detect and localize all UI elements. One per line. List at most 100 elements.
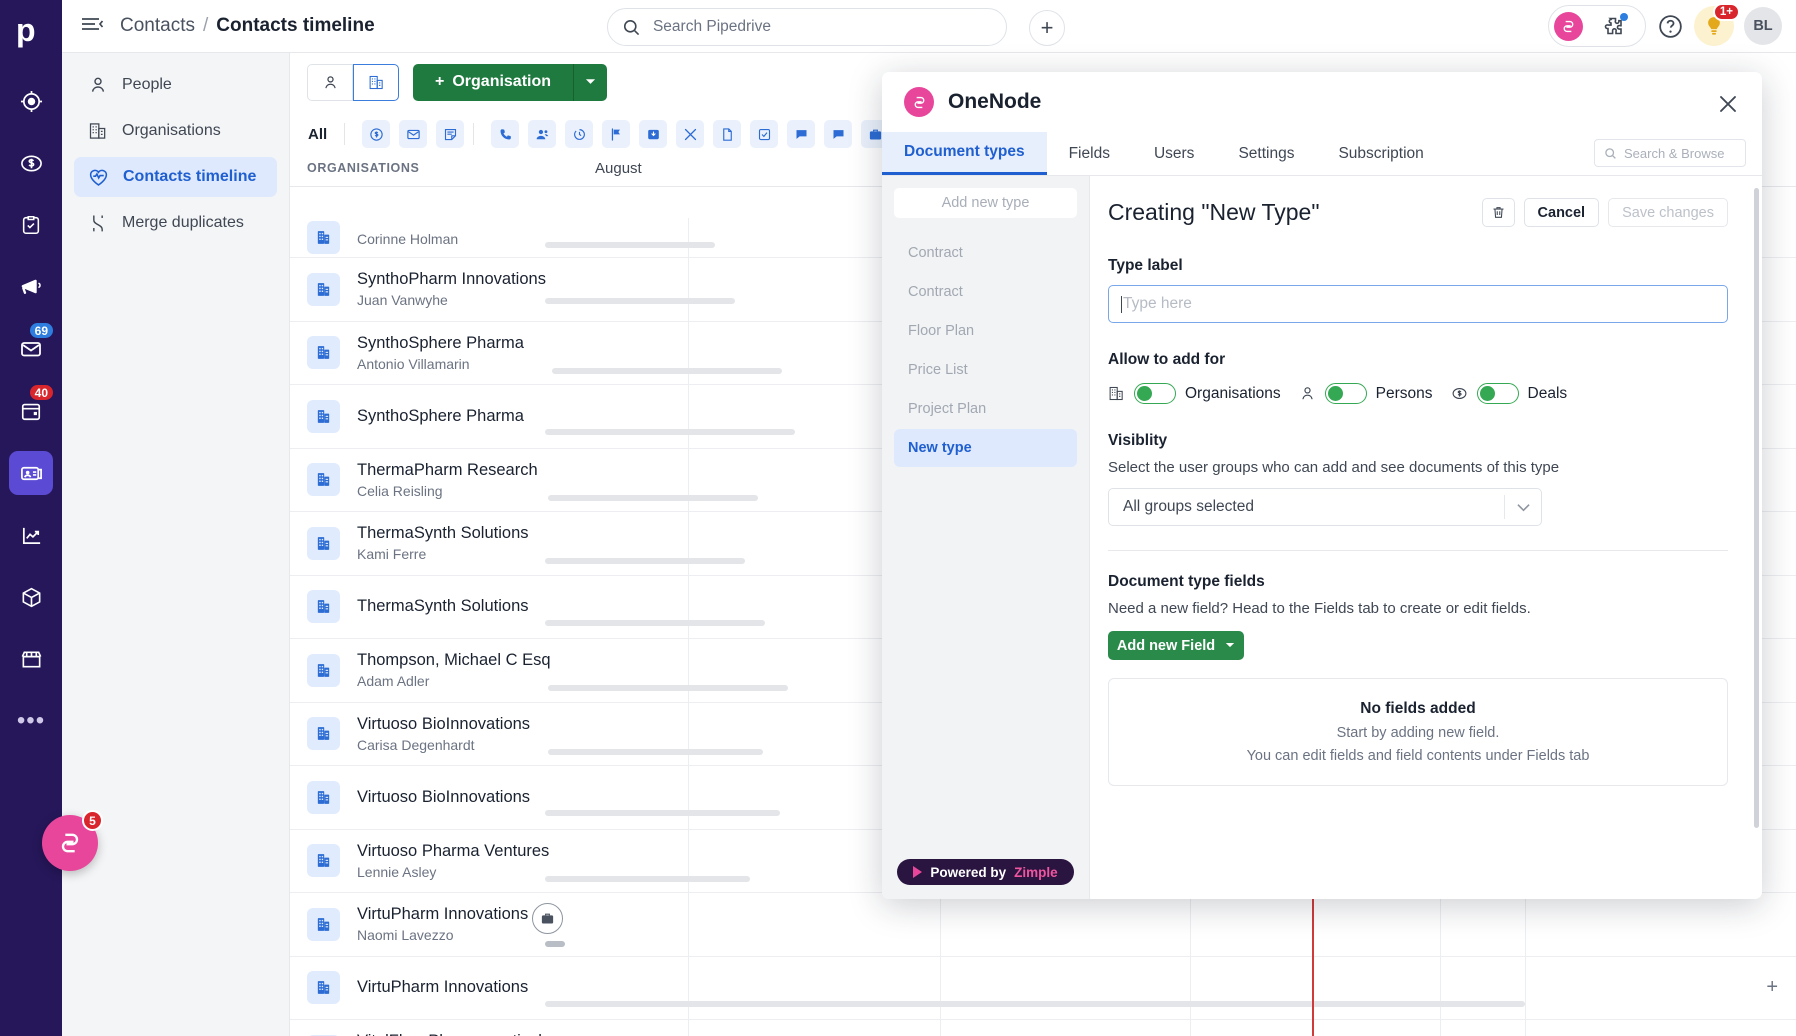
rail-item-calendar[interactable]: 40 xyxy=(9,383,55,433)
rail-item-insights[interactable] xyxy=(9,513,53,557)
add-new-type-button[interactable]: Add new type xyxy=(894,188,1077,218)
add-new-field-button[interactable]: Add new Field xyxy=(1108,631,1244,660)
filter-lunch-icon[interactable] xyxy=(676,120,705,148)
timeline-bar[interactable] xyxy=(552,367,782,374)
breadcrumb-parent[interactable]: Contacts xyxy=(120,15,195,37)
type-item-contract-2[interactable]: Contract xyxy=(894,273,1077,311)
filter-meeting-icon[interactable] xyxy=(528,120,557,148)
collapse-sidebar-icon[interactable] xyxy=(80,14,104,39)
timeline-bar[interactable] xyxy=(545,429,795,435)
visibility-select[interactable]: All groups selected xyxy=(1108,488,1542,526)
tab-settings[interactable]: Settings xyxy=(1216,132,1316,175)
delete-type-button[interactable] xyxy=(1481,198,1515,227)
filter-email-icon[interactable] xyxy=(399,120,428,148)
timeline-bar[interactable] xyxy=(545,558,745,564)
modal-scrollbar[interactable] xyxy=(1754,188,1759,828)
tab-subscription[interactable]: Subscription xyxy=(1316,132,1445,175)
whats-new-button[interactable]: 1+ xyxy=(1694,3,1740,46)
rail-item-campaigns[interactable] xyxy=(9,265,53,309)
rail-item-leads[interactable] xyxy=(9,79,53,123)
row-organisation-name[interactable]: VirtuPharm Innovations xyxy=(357,978,528,997)
table-row[interactable]: VirtuPharm Innovations + xyxy=(290,957,1796,1020)
view-toggle-organisation[interactable] xyxy=(353,63,399,101)
table-row[interactable]: VirtuPharm Innovations Naomi Lavezzo xyxy=(290,893,1796,957)
global-search[interactable] xyxy=(607,8,1007,46)
filter-call-icon[interactable] xyxy=(491,120,520,148)
row-organisation-name[interactable]: Virtuoso Pharma Ventures xyxy=(357,842,549,861)
tab-users[interactable]: Users xyxy=(1132,132,1216,175)
filter-deadline-icon[interactable] xyxy=(565,120,594,148)
search-browse-input[interactable]: Search & Browse xyxy=(1594,139,1746,167)
type-item-project-plan[interactable]: Project Plan xyxy=(894,390,1077,428)
timeline-bar[interactable] xyxy=(545,619,765,626)
cancel-button[interactable]: Cancel xyxy=(1523,198,1600,227)
add-organisation-button[interactable]: + Organisation xyxy=(413,63,574,101)
apps-puzzle-icon[interactable] xyxy=(1593,6,1633,46)
toggle-organisations[interactable] xyxy=(1134,383,1176,404)
timeline-bar[interactable] xyxy=(548,685,788,691)
timeline-bar[interactable] xyxy=(545,810,780,816)
timeline-bar[interactable] xyxy=(545,941,565,947)
filter-note-icon[interactable] xyxy=(436,120,465,148)
filter-chat-icon[interactable] xyxy=(824,120,853,148)
timeline-bar[interactable] xyxy=(548,494,758,501)
timeline-bar[interactable] xyxy=(545,242,715,248)
rail-item-deals[interactable] xyxy=(9,141,53,185)
filter-task-icon[interactable] xyxy=(639,120,668,148)
tab-fields[interactable]: Fields xyxy=(1047,132,1132,175)
timeline-bar[interactable] xyxy=(545,1000,1525,1007)
sidebar-item-organisations[interactable]: Organisations xyxy=(74,111,277,151)
filter-deal-icon[interactable] xyxy=(362,120,391,148)
type-item-contract[interactable]: Contract xyxy=(894,234,1077,272)
rail-item-activities[interactable] xyxy=(9,203,53,247)
row-organisation-name[interactable]: VirtuPharm Innovations xyxy=(357,905,528,924)
row-organisation-name[interactable]: Virtuoso BioInnovations xyxy=(357,788,530,807)
timeline-bar[interactable] xyxy=(545,875,750,882)
close-icon[interactable] xyxy=(1716,92,1740,121)
row-organisation-name[interactable]: Virtuoso BioInnovations xyxy=(357,715,530,734)
toggle-deals[interactable] xyxy=(1476,383,1519,404)
rail-item-marketplace[interactable] xyxy=(9,637,53,681)
type-label-input[interactable]: Type here xyxy=(1108,285,1728,323)
user-avatar[interactable]: BL xyxy=(1744,7,1782,45)
row-organisation-name[interactable]: SynthoSphere Pharma xyxy=(357,407,524,426)
save-changes-button[interactable]: Save changes xyxy=(1608,198,1728,227)
filter-document-icon[interactable] xyxy=(713,120,742,148)
add-organisation-dropdown[interactable] xyxy=(573,63,608,101)
add-activity-button[interactable]: + xyxy=(1766,976,1778,999)
row-organisation-name[interactable]: SynthoPharm Innovations xyxy=(357,270,546,289)
filter-message-icon[interactable] xyxy=(787,120,816,148)
type-item-floor-plan[interactable]: Floor Plan xyxy=(894,312,1077,350)
rail-item-contacts[interactable] xyxy=(9,451,53,495)
filter-checkbox-icon[interactable] xyxy=(750,120,779,148)
sidebar-item-contacts-timeline[interactable]: Contacts timeline xyxy=(74,157,277,197)
rail-item-products[interactable] xyxy=(9,575,53,619)
search-input[interactable] xyxy=(652,18,992,36)
row-organisation-name[interactable]: ThermaPharm Research xyxy=(357,461,538,480)
pipedrive-logo[interactable]: p xyxy=(16,12,46,53)
type-item-price-list[interactable]: Price List xyxy=(894,351,1077,389)
timeline-activity-marker[interactable] xyxy=(532,903,563,934)
view-toggle-person[interactable] xyxy=(307,63,353,101)
powered-by-zimple-badge[interactable]: Powered by Zimple xyxy=(897,859,1074,885)
rail-item-mail[interactable]: 69 xyxy=(9,321,55,371)
timeline-bar[interactable] xyxy=(545,298,735,304)
filter-all-label[interactable]: All xyxy=(308,126,327,143)
rail-item-more[interactable]: ••• xyxy=(9,699,53,743)
type-item-new-type[interactable]: New type xyxy=(894,429,1077,467)
toggle-persons[interactable] xyxy=(1324,383,1367,404)
row-organisation-name[interactable]: SynthoSphere Pharma xyxy=(357,334,524,353)
sidebar-item-people[interactable]: People xyxy=(74,65,277,105)
onenode-chat-button[interactable]: 5 xyxy=(42,810,103,871)
row-organisation-name[interactable]: Thompson, Michael C Esq xyxy=(357,651,551,670)
help-icon[interactable] xyxy=(1650,6,1690,46)
quick-add-button[interactable]: + xyxy=(1029,10,1065,46)
sidebar-item-merge-duplicates[interactable]: Merge duplicates xyxy=(74,203,277,243)
onenode-icon[interactable] xyxy=(1554,11,1583,41)
row-organisation-name[interactable]: ThermaSynth Solutions xyxy=(357,524,529,543)
row-organisation-name[interactable]: ThermaSynth Solutions xyxy=(357,597,529,616)
timeline-bar[interactable] xyxy=(548,748,763,755)
table-row[interactable]: VitalFlow Pharmaceuticals Bettina Kham + xyxy=(290,1020,1796,1036)
row-organisation-name[interactable]: VitalFlow Pharmaceuticals xyxy=(357,1032,550,1036)
filter-milestone-icon[interactable] xyxy=(602,120,631,148)
